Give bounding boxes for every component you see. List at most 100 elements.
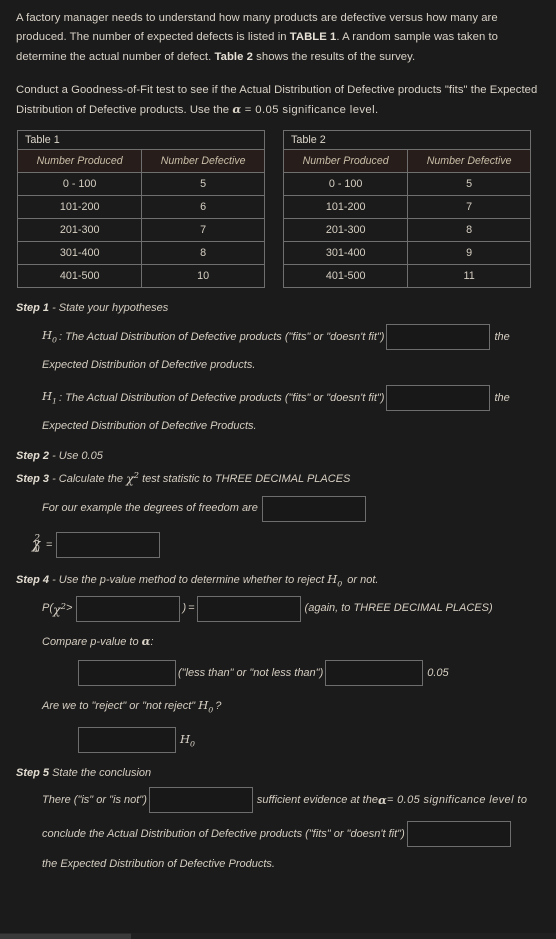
degrees-of-freedom-input[interactable] — [261, 495, 366, 522]
table-row: 101-200 7 — [282, 195, 531, 220]
chi-squared-zero-subscript: 0 — [34, 543, 40, 555]
step-1-title: - State your hypotheses — [49, 302, 169, 315]
step-5-heading: Step 5 State the conclusion — [16, 767, 540, 779]
reject-row-h0-subscript: 0 — [190, 739, 196, 749]
table-2-cell-defective-0: 5 — [407, 172, 531, 197]
table-1-cell-produced-2: 201-300 — [16, 218, 143, 243]
table-row: 201-300 8 — [282, 218, 531, 243]
step-4-pvalue-row: P(χ2 > ) = (again, to THREE DECIMAL PLAC… — [42, 595, 540, 622]
intro-paragraph-2: Conduct a Goodness-of-Fit test to see if… — [16, 81, 538, 121]
table-1-cell-produced-0: 0 - 100 — [16, 172, 143, 197]
horizontal-scrollbar-thumb[interactable] — [0, 933, 131, 939]
worksheet-page: A factory manager needs to understand ho… — [0, 0, 556, 939]
pvalue-chi-symbol: χ2 — [53, 598, 66, 619]
reject-row-h0-symbol: H0 — [180, 732, 195, 748]
conclusion-fits-input[interactable] — [406, 821, 511, 848]
pvalue-note: (again, to THREE DECIMAL PLACES) — [304, 602, 493, 615]
table-2: Table 2 Number Produced Number Defective… — [282, 130, 531, 289]
step-2-title: - Use 0.05 — [49, 450, 103, 463]
reject-question-a: Are we to "reject" or "not reject" — [42, 699, 199, 712]
compare-label-b: : — [150, 635, 154, 648]
tables-container: Table 1 Number Produced Number Defective… — [16, 130, 532, 289]
reject-row-h0-letter: H — [180, 732, 191, 747]
compare-middle-text: ("less than" or "not less than") — [178, 666, 324, 679]
step-5-label: Step 5 — [16, 767, 50, 780]
step-5-title: State the conclusion — [49, 767, 152, 780]
table-2-cell-defective-3: 9 — [407, 241, 531, 266]
step-1-h1-tail: the — [494, 391, 510, 404]
compare-alpha-value: 0.05 — [427, 666, 449, 679]
h0-fit-input[interactable] — [386, 324, 491, 351]
h0-symbol-letter: H — [42, 327, 53, 342]
conclusion-line2-a: conclude the Actual Distribution of Defe… — [42, 827, 405, 840]
step-1-label: Step 1 — [16, 302, 50, 315]
table-2-col-header-produced: Number Produced — [282, 149, 409, 174]
step-4-compare-row: ("less than" or "not less than") 0.05 — [78, 659, 540, 686]
intro-p2-significance: = 0.05 significance level. — [241, 104, 379, 117]
h0-symbol: H0 — [42, 326, 57, 349]
step-4-title-a: - Use the p-value method to determine wh… — [49, 573, 328, 586]
step-3-heading: Step 3 - Calculate the χ2 test statistic… — [16, 470, 540, 485]
intro-paragraph-1: A factory manager needs to understand ho… — [16, 9, 538, 67]
table-2-header-row: Number Produced Number Defective — [282, 149, 531, 174]
table-1-caption-row: Table 1 — [17, 130, 265, 151]
intro-p1-part-c: shows the results of the survey. — [252, 50, 416, 63]
compare-pvalue-input[interactable] — [78, 659, 176, 686]
table-1-cell-defective-1: 6 — [141, 195, 265, 220]
step-3-statistic-row: χ20 = — [32, 531, 540, 558]
table-2-cell-produced-1: 101-200 — [282, 195, 409, 220]
table-row: 201-300 7 — [16, 218, 265, 243]
table-1-caption: Table 1 — [17, 130, 265, 151]
step-1-h1-text: : The Actual Distribution of Defective p… — [59, 391, 385, 404]
pvalue-threshold-input[interactable] — [76, 595, 181, 622]
steps-section: Step 1 - State your hypotheses H0 : The … — [0, 302, 556, 874]
step-5-line1-row: There ("is" or "is not") sufficient evid… — [42, 787, 540, 814]
step-4-h0-symbol: H0 — [327, 572, 343, 588]
step-3-title-a: - Calculate the — [49, 473, 127, 486]
table-1-col-header-produced: Number Produced — [16, 149, 143, 174]
step-1-h0-tail: the — [494, 330, 510, 343]
step-1-heading: Step 1 - State your hypotheses — [16, 302, 540, 314]
conclusion-alpha-icon: α — [377, 792, 387, 807]
table-row: 301-400 8 — [16, 241, 265, 266]
reject-decision-input[interactable] — [78, 727, 176, 754]
h1-fit-input[interactable] — [386, 385, 491, 412]
step-1-h0-text: : The Actual Distribution of Defective p… — [59, 330, 385, 343]
step-1-h0-line2-text: Expected Distribution of Defective produ… — [42, 359, 256, 372]
conclusion-line1-c: = 0.05 significance level to — [386, 793, 528, 806]
table-1-cell-produced-3: 301-400 — [16, 241, 143, 266]
step-4-h0-subscript: 0 — [337, 578, 343, 588]
table-1-cell-defective-2: 7 — [141, 218, 265, 243]
compare-alpha-input[interactable] — [325, 659, 424, 686]
h1-symbol: H1 — [42, 387, 57, 410]
table-1-header-row: Number Produced Number Defective — [16, 149, 265, 174]
conclusion-line1-b: sufficient evidence at the — [256, 793, 378, 806]
table-2-col-header-defective: Number Defective — [407, 149, 531, 174]
h1-symbol-subscript: 1 — [52, 396, 58, 406]
table-1-cell-produced-4: 401-500 — [16, 264, 143, 289]
step-1-h0-line2: Expected Distribution of Defective produ… — [42, 356, 540, 375]
chi-squared-statistic-input[interactable] — [56, 531, 161, 558]
pvalue-close-paren: ) — [182, 602, 187, 615]
pvalue-result-input[interactable] — [196, 595, 301, 622]
h0-symbol-subscript: 0 — [52, 335, 58, 345]
compare-label-a: Compare p-value to — [42, 635, 142, 648]
table-1-cell-defective-4: 10 — [141, 264, 265, 289]
pvalue-chi-glyph: χ — [53, 602, 61, 618]
step-4-label: Step 4 — [16, 573, 50, 586]
table-row: 101-200 6 — [16, 195, 265, 220]
step-1-h0-row: H0 : The Actual Distribution of Defectiv… — [42, 324, 540, 351]
table-row: 401-500 10 — [16, 264, 265, 289]
table-2-cell-produced-0: 0 - 100 — [282, 172, 409, 197]
reject-question-h0-subscript: 0 — [208, 705, 214, 715]
conclusion-is-input[interactable] — [148, 787, 253, 814]
table2-reference: Table 2 — [214, 50, 253, 63]
reject-question-b: ? — [215, 699, 222, 712]
step-1-h1-line2: Expected Distribution of Defective Produ… — [42, 417, 540, 436]
chi-squared-zero-superscript: 2 — [34, 532, 41, 544]
intro-section: A factory manager needs to understand ho… — [0, 0, 556, 120]
table-2-cell-produced-4: 401-500 — [282, 264, 409, 289]
step-3-title-b: test statistic to THREE DECIMAL PLACES — [139, 473, 351, 486]
statistic-equals-sign: = — [45, 538, 53, 551]
step-4-title-b: or not. — [344, 573, 379, 586]
